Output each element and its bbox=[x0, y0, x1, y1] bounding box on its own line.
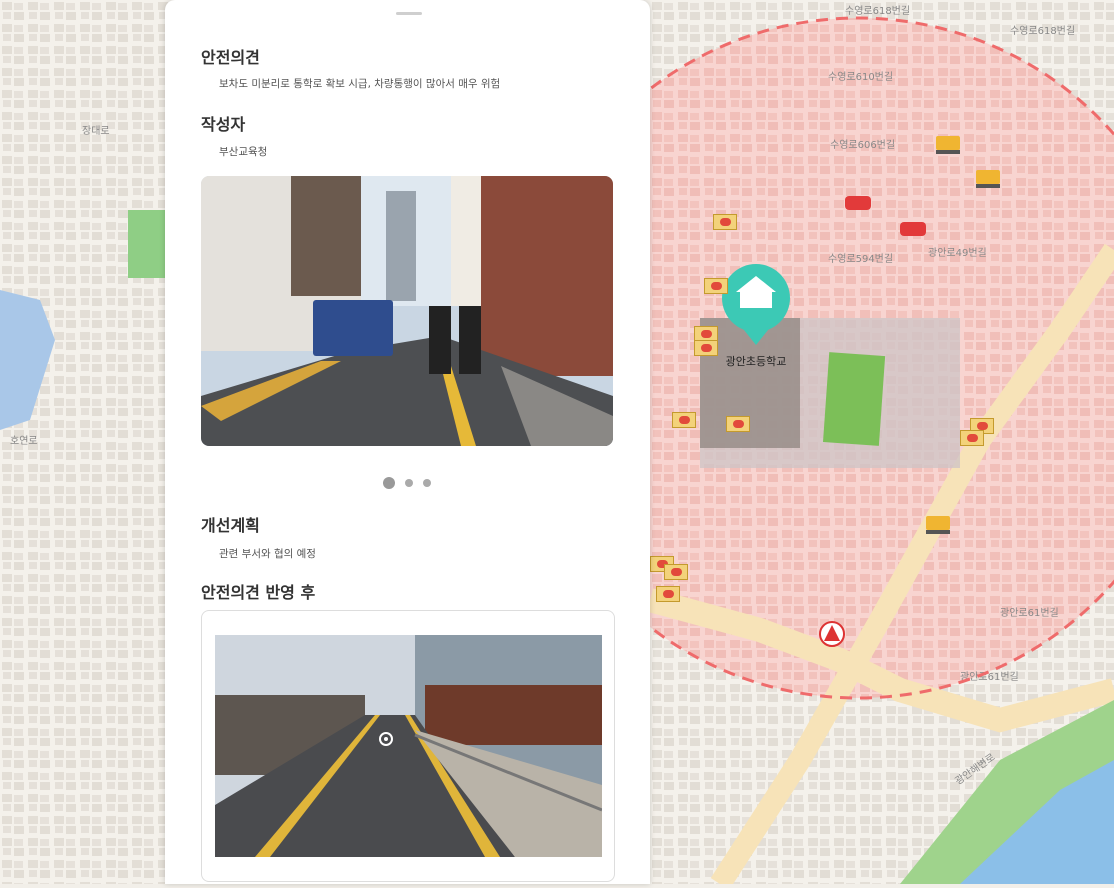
detail-panel: 안전의견 보차도 미분리로 통학로 확보 시급, 차량통행이 많아서 매우 위험… bbox=[165, 0, 650, 884]
road-label: 광안로61번길 bbox=[1000, 606, 1059, 619]
safety-opinion-text: 보차도 미분리로 통학로 확보 시급, 차량통행이 많아서 매우 위험 bbox=[219, 78, 501, 90]
after-photo[interactable] bbox=[215, 635, 602, 857]
after-photo-card bbox=[201, 610, 615, 882]
drag-handle[interactable] bbox=[396, 12, 422, 15]
construction-icon[interactable] bbox=[936, 136, 960, 154]
accident-icon[interactable] bbox=[900, 222, 926, 236]
site-photo[interactable] bbox=[201, 176, 613, 446]
road-label: 광안로61번길 bbox=[960, 670, 1019, 683]
carousel-dots bbox=[383, 477, 431, 489]
improvement-plan-title: 개선계획 bbox=[201, 516, 260, 535]
road-label: 수영로594번길 bbox=[828, 252, 893, 265]
traffic-sign-marker[interactable] bbox=[672, 412, 696, 428]
author-text: 부산교육청 bbox=[219, 146, 268, 158]
school-field bbox=[822, 352, 886, 446]
construction-icon[interactable] bbox=[976, 170, 1000, 188]
road-label: 수영로618번길 bbox=[1010, 24, 1075, 37]
road-label: 광안로49번길 bbox=[928, 246, 987, 259]
school-name-label: 광안초등학교 bbox=[726, 355, 787, 368]
road-label: 수영로606번길 bbox=[830, 138, 895, 151]
traffic-sign-marker[interactable] bbox=[664, 564, 688, 580]
road-label: 호연로 bbox=[10, 435, 38, 447]
road-label: 수영로618번길 bbox=[845, 4, 910, 17]
park-left bbox=[128, 210, 168, 278]
author-title: 작성자 bbox=[201, 115, 246, 134]
carousel-dot-3[interactable] bbox=[423, 479, 431, 487]
safety-opinion-title: 안전의견 bbox=[201, 48, 260, 67]
after-reflection-title: 안전의견 반영 후 bbox=[201, 583, 316, 602]
road-label: 장대로 bbox=[82, 125, 110, 137]
carousel-dot-1[interactable] bbox=[383, 477, 395, 489]
traffic-sign-marker[interactable] bbox=[704, 278, 728, 294]
traffic-sign-marker[interactable] bbox=[713, 214, 737, 230]
accident-icon[interactable] bbox=[845, 196, 871, 210]
construction-icon[interactable] bbox=[926, 516, 950, 534]
traffic-sign-marker[interactable] bbox=[694, 340, 718, 356]
traffic-sign-marker[interactable] bbox=[726, 416, 750, 432]
warning-icon[interactable] bbox=[819, 621, 845, 647]
road-label: 수영로610번길 bbox=[828, 70, 893, 83]
traffic-sign-marker[interactable] bbox=[656, 586, 680, 602]
carousel-dot-2[interactable] bbox=[405, 479, 413, 487]
traffic-sign-marker[interactable] bbox=[960, 430, 984, 446]
improvement-plan-text: 관련 부서와 협의 예정 bbox=[219, 548, 316, 560]
